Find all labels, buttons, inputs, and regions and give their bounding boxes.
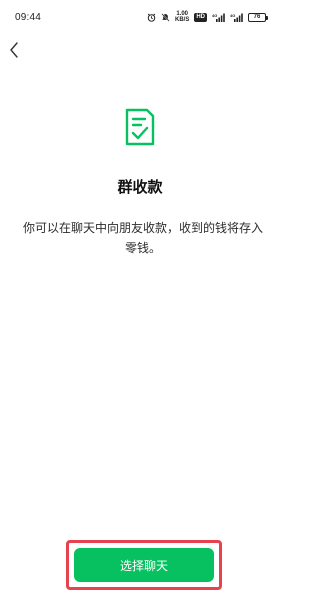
back-button[interactable] bbox=[2, 38, 26, 62]
status-bar: 09:44 1.00 KB/S HD 4G 4G 76 bbox=[0, 0, 280, 32]
battery-level: 76 bbox=[253, 14, 261, 20]
network-speed-unit: KB/S bbox=[174, 17, 190, 23]
chevron-left-icon bbox=[10, 42, 18, 58]
alarm-icon bbox=[147, 13, 156, 22]
signal-icon: 4G bbox=[212, 13, 225, 22]
hd-badge: HD bbox=[194, 12, 207, 22]
document-check-icon bbox=[125, 108, 155, 146]
mute-icon bbox=[161, 12, 170, 22]
description-text: 你可以在聊天中向朋友收款，收到的钱将存入零钱。 bbox=[22, 221, 263, 255]
signal-icon: 4G bbox=[230, 13, 243, 22]
select-chat-button[interactable]: 选择聊天 bbox=[74, 548, 214, 582]
page-title: 群收款 bbox=[117, 178, 163, 196]
network-speed: 1.00 KB/S bbox=[175, 11, 189, 23]
battery-icon: 76 bbox=[248, 12, 268, 22]
svg-text:4G: 4G bbox=[212, 13, 217, 18]
status-time: 09:44 bbox=[15, 12, 42, 23]
svg-text:4G: 4G bbox=[230, 13, 235, 18]
status-icons: 1.00 KB/S HD 4G 4G 76 bbox=[147, 10, 268, 24]
